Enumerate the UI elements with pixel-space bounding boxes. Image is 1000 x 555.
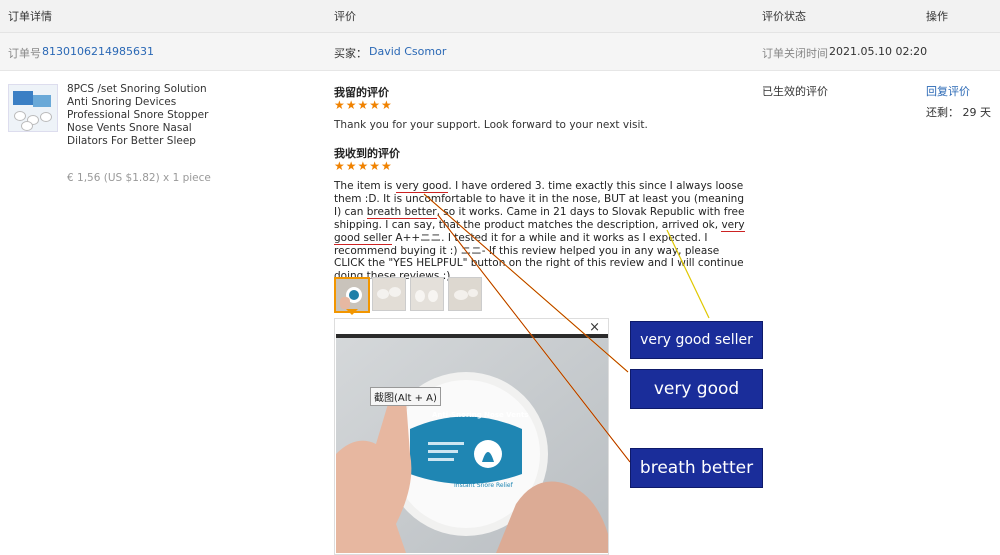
- reply-review-link[interactable]: 回复评价: [926, 83, 970, 99]
- review-status: 已生效的评价: [762, 85, 828, 98]
- connector-line: [437, 214, 631, 463]
- callout-very-good: very good: [630, 369, 763, 409]
- callout-very-good-seller: very good seller: [630, 321, 763, 359]
- callout-breath-better: breath better: [630, 448, 763, 488]
- connector-line: [666, 229, 710, 319]
- connector-line: [423, 193, 629, 373]
- days-remaining: 还剩： 29 天: [926, 106, 991, 119]
- callout-connectors: [423, 193, 710, 463]
